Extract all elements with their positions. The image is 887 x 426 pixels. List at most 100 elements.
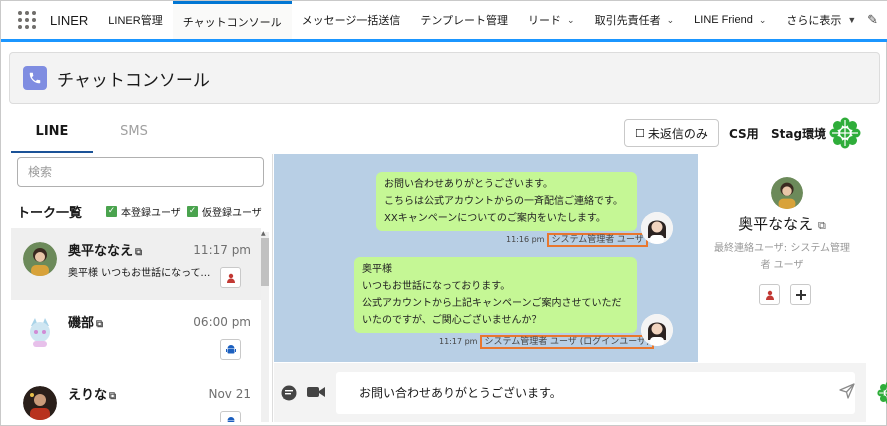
message-meta: 11:16 pm システム管理者 ユーザ <box>506 232 648 247</box>
android-icon[interactable] <box>220 411 241 422</box>
external-link-icon[interactable]: ⧉ <box>96 319 103 330</box>
message-bubble: 奥平様 いつもお世話になっております。 公式アカウントから上記キャンペーンご案内… <box>354 257 637 333</box>
phone-icon <box>23 66 47 90</box>
contact-name-text: えりな <box>68 388 108 403</box>
nav-tab-bulk-message[interactable]: メッセージ一括送信 <box>292 1 411 39</box>
message-time: 11:17 pm <box>439 337 478 346</box>
contact-item[interactable]: 奥平ななえ⧉ 11:17 pm 奥平様 いつもお世話になっております… <box>11 228 261 300</box>
message-line: お問い合わせありがとうございます。 <box>384 179 553 190</box>
liner-logo-icon[interactable] <box>877 381 887 405</box>
external-link-icon[interactable]: ⧉ <box>818 219 826 232</box>
message-meta: 11:17 pm システム管理者 ユーザ (ログインユーザ) <box>439 334 654 349</box>
global-nav: LINER LINER管理 チャットコンソール メッセージ一括送信 テンプレート… <box>1 1 887 42</box>
search-input[interactable]: 検索 <box>17 157 264 187</box>
avatar <box>23 386 57 420</box>
nav-tab-label: リード <box>528 15 562 27</box>
nav-tab-label: LINER管理 <box>108 15 163 27</box>
last-contact-user: 最終連絡ユーザ: システム管理者 ユーザ <box>713 243 851 271</box>
message-input[interactable]: お問い合わせありがとうございます。 <box>336 372 887 414</box>
nav-tab-liner-admin[interactable]: LINER管理 <box>98 1 172 39</box>
profile-name-text: 奥平ななえ <box>738 215 814 233</box>
avatar <box>23 242 57 276</box>
chevron-down-icon[interactable]: ⌄ <box>667 15 675 26</box>
message-line: こちらは公式アカウントからの一斉配信ご連絡です。 <box>384 196 623 207</box>
message-line: XXキャンペーンについてのご案内をいたします。 <box>384 213 606 224</box>
contact-list: 奥平ななえ⧉ 11:17 pm 奥平様 いつもお世話になっております… 磯部⧉ … <box>11 228 261 422</box>
tab-line[interactable]: LINE <box>11 113 93 153</box>
nav-tab-contacts[interactable]: 取引先責任者 ⌄ <box>585 1 685 39</box>
contact-item[interactable]: えりな ⧉ Nov 21 <box>11 372 261 422</box>
caret-down-icon[interactable]: ▼ <box>847 15 856 25</box>
page-title: チャットコンソール <box>57 70 210 91</box>
template-chat-icon[interactable] <box>281 385 297 405</box>
unread-only-toggle[interactable]: ☐ 未返信のみ <box>624 119 719 147</box>
profile-name: 奥平ななえ ⧉ <box>698 213 866 234</box>
chat-messages: お問い合わせありがとうございます。 こちらは公式アカウントからの一斉配信ご連絡で… <box>274 154 698 362</box>
checkbox-checked-icon[interactable]: ✓ <box>187 206 198 217</box>
env-label: Stag環境 <box>771 127 827 141</box>
talk-list-panel: 検索 トーク一覧 ✓ 本登録ユーザ ✓ 仮登録ユーザ 奥平ななえ ⧉ 11:17 … <box>11 154 273 422</box>
contact-time: Nov 21 <box>208 387 251 401</box>
app-launcher-icon[interactable] <box>18 11 36 29</box>
nav-tab-label: チャットコンソール <box>182 16 282 29</box>
filter-provisional[interactable]: ✓ 仮登録ユーザ <box>187 204 262 219</box>
checkbox-checked-icon[interactable]: ✓ <box>106 206 117 217</box>
nav-tab-label: テンプレート管理 <box>420 15 509 27</box>
message-input-text: お問い合わせありがとうございます。 <box>359 386 562 400</box>
contact-name: 奥平ななえ ⧉ <box>68 240 142 259</box>
filter-label: 本登録ユーザ <box>121 208 181 219</box>
contact-time: 06:00 pm <box>193 315 251 329</box>
add-icon[interactable] <box>790 284 811 305</box>
avatar <box>771 177 803 209</box>
avatar <box>23 314 57 348</box>
profile-panel: 奥平ななえ ⧉ 最終連絡ユーザ: システム管理者 ユーザ <box>698 154 866 362</box>
message-sender: システム管理者 ユーザ <box>547 233 648 247</box>
scrollbar-thumb[interactable] <box>261 238 269 286</box>
scrollbar[interactable]: ▲ <box>261 230 269 422</box>
checkbox-icon: ☐ <box>635 126 645 140</box>
app-name: LINER <box>50 12 89 28</box>
external-link-icon[interactable]: ⧉ <box>135 247 142 258</box>
nav-tab-line-friend[interactable]: LINE Friend ⌄ <box>684 1 776 39</box>
console-toolbar: LINE SMS ☐ 未返信のみ CS用 Stag環境 <box>11 113 866 153</box>
contact-name: えりな ⧉ <box>68 384 116 403</box>
tab-sms[interactable]: SMS <box>93 113 175 153</box>
nav-tab-template-admin[interactable]: テンプレート管理 <box>410 1 518 39</box>
nav-tab-more[interactable]: さらに表示 ▼ <box>776 1 866 39</box>
user-icon[interactable] <box>220 267 241 288</box>
avatar <box>641 314 673 346</box>
avatar <box>641 212 673 244</box>
contact-time: 11:17 pm <box>193 243 251 257</box>
nav-tab-label: さらに表示 <box>786 15 842 27</box>
message-line: 公式アカウントから上記キャンペーンご案内させていただ <box>362 298 622 309</box>
message-time: 11:16 pm <box>506 235 545 244</box>
pencil-icon[interactable]: ✎ <box>867 13 878 28</box>
message-bubble: お問い合わせありがとうございます。 こちらは公式アカウントからの一斉配信ご連絡で… <box>376 172 637 231</box>
unread-only-label: 未返信のみ <box>647 126 708 141</box>
nav-tab-label: 取引先責任者 <box>594 15 661 27</box>
contact-name-text: 磯部 <box>68 316 95 331</box>
user-icon[interactable] <box>759 284 780 305</box>
page-header: チャットコンソール <box>9 52 880 104</box>
message-sender: システム管理者 ユーザ (ログインユーザ) <box>480 335 654 349</box>
message-line: いたのですが、ご関心ございませんか？ <box>362 315 542 326</box>
external-link-icon[interactable]: ⧉ <box>109 391 116 402</box>
scroll-up-icon[interactable]: ▲ <box>261 230 266 237</box>
nav-tab-label: メッセージ一括送信 <box>301 15 401 27</box>
chevron-down-icon[interactable]: ⌄ <box>567 15 575 26</box>
liner-logo-icon <box>829 117 861 149</box>
message-line: 奥平様 <box>362 264 392 275</box>
chevron-down-icon[interactable]: ⌄ <box>759 15 767 26</box>
contact-preview: 奥平様 いつもお世話になっております… <box>68 268 216 279</box>
talk-list-title: トーク一覧 <box>17 206 83 221</box>
contact-name-text: 奥平ななえ <box>68 244 134 259</box>
contact-item[interactable]: 磯部 ⧉ 06:00 pm <box>11 300 261 372</box>
filter-registered[interactable]: ✓ 本登録ユーザ <box>106 204 181 219</box>
cs-label: CS用 <box>729 127 759 141</box>
android-icon[interactable] <box>220 339 241 360</box>
nav-tab-leads[interactable]: リード ⌄ <box>518 1 585 39</box>
video-icon[interactable] <box>307 385 325 403</box>
message-composer: お問い合わせありがとうございます。 <box>274 363 887 422</box>
send-icon[interactable] <box>839 383 855 399</box>
nav-tab-chat-console[interactable]: チャットコンソール <box>172 1 292 39</box>
